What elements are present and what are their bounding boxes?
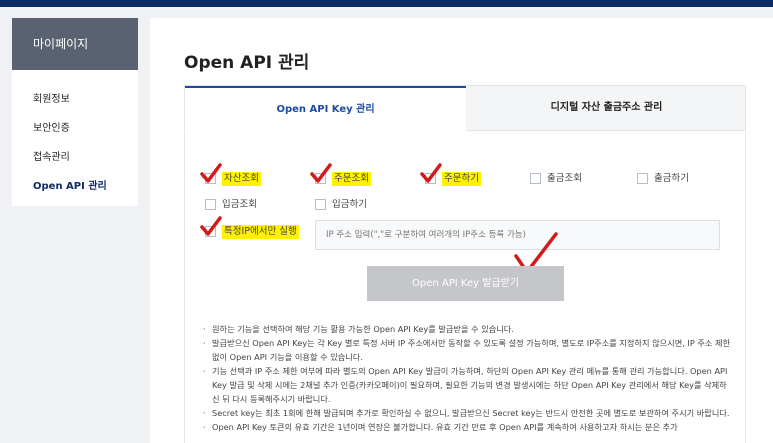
checkbox-box[interactable] (315, 199, 326, 210)
tab-withdrawal-address[interactable]: 디지털 자산 출금주소 관리 (466, 86, 747, 131)
sidebar-item-open-api[interactable]: Open API 관리 (12, 172, 138, 201)
note-item: 발급받으신 Open API Key는 각 Key 별로 특정 서버 IP 주소… (203, 336, 733, 364)
sidebar-list: 회원정보 보안인증 접속관리 Open API 관리 (12, 70, 138, 201)
checkbox-label: 출금조회 (547, 173, 582, 184)
checkbox-label: 특정IP에서만 실행 (222, 225, 299, 239)
sidebar-item-access-management[interactable]: 접속관리 (12, 143, 138, 172)
sidebar-item-member-info[interactable]: 회원정보 (12, 85, 138, 114)
main-panel: Open API 관리 Open API Key 관리 디지털 자산 출금주소 … (150, 18, 773, 443)
checkbox-label: 입금하기 (332, 199, 367, 210)
issue-api-key-button[interactable]: Open API Key 발급받기 (367, 266, 564, 301)
red-check-icon (420, 163, 442, 183)
top-bar (0, 0, 773, 7)
checkbox-label: 주문하기 (442, 172, 481, 186)
red-check-icon (200, 163, 222, 183)
red-check-icon (200, 216, 222, 236)
tab-bar: Open API Key 관리 디지털 자산 출금주소 관리 (184, 85, 746, 131)
tab-open-api-key[interactable]: Open API Key 관리 (185, 86, 466, 131)
note-item: Secret key는 최초 1회에 한해 발급되며 추가로 확인하실 수 없으… (203, 406, 733, 420)
sidebar-item-security-auth[interactable]: 보안인증 (12, 114, 138, 143)
sidebar: 마이페이지 회원정보 보안인증 접속관리 Open API 관리 (12, 18, 138, 206)
checkbox-label: 자산조회 (222, 172, 261, 186)
checkbox-box[interactable] (205, 199, 216, 210)
page-title: Open API 관리 (184, 53, 310, 73)
notes-list: 원하는 기능을 선택하여 해당 기능 활용 가능한 Open API Key를 … (203, 322, 733, 434)
checkbox-box[interactable] (530, 173, 541, 184)
note-item: 기능 선택과 IP 주소 제한 여부에 따라 별도의 Open API Key … (203, 364, 733, 406)
note-item: Open API Key 토큰의 유효 기간은 1년이며 연장은 불가합니다. … (203, 420, 733, 434)
sidebar-title: 마이페이지 (12, 18, 138, 70)
red-check-icon (310, 163, 332, 183)
checkbox-label: 입금조회 (222, 199, 257, 210)
checkbox-label: 주문조회 (332, 172, 371, 186)
tab-content: 자산조회 주문조회 주문하기 출금조회 출금하기 입금조회 입금하기 특정IP에… (184, 132, 746, 443)
checkbox-box[interactable] (637, 173, 648, 184)
checkbox-label: 출금하기 (654, 173, 689, 184)
note-item: 원하는 기능을 선택하여 해당 기능 활용 가능한 Open API Key를 … (203, 322, 733, 336)
